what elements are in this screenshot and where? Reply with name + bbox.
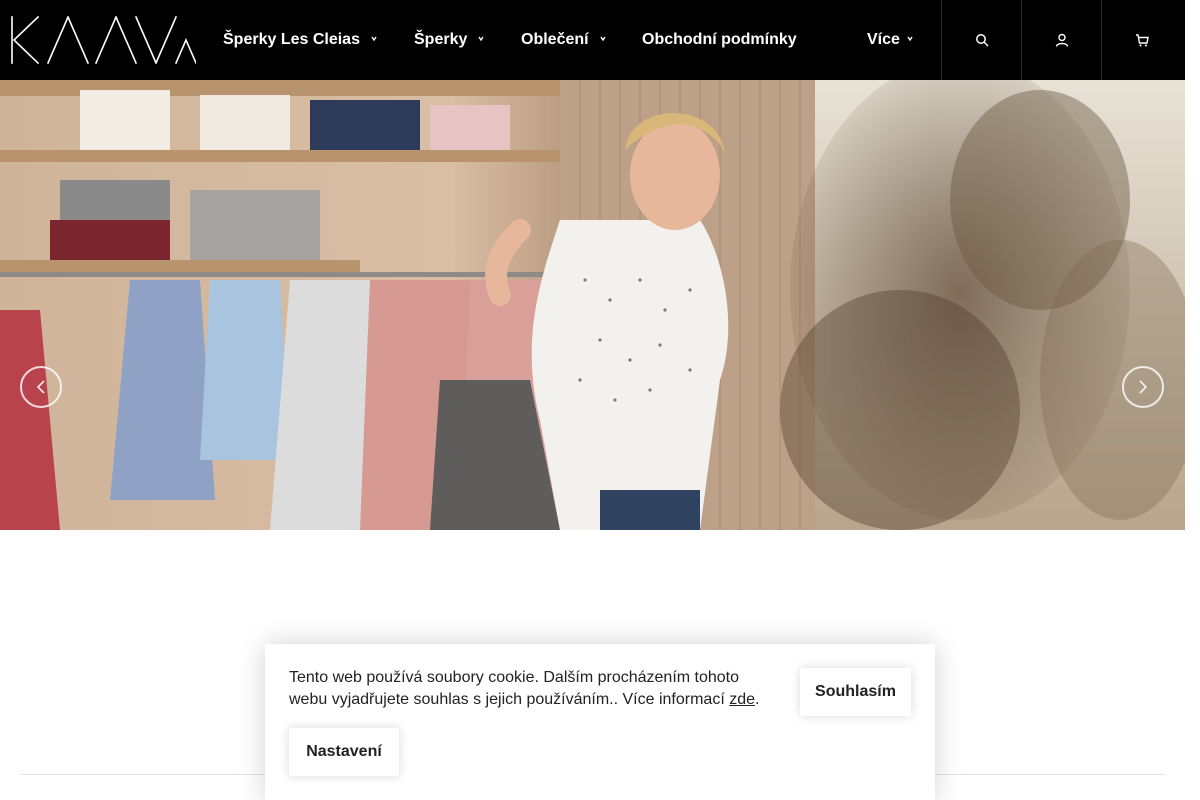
chevron-left-icon: [36, 380, 45, 394]
kaava-logo[interactable]: [10, 14, 198, 66]
cookie-accept-button[interactable]: Souhlasím: [800, 668, 911, 716]
account-button[interactable]: [1021, 0, 1101, 80]
hero-slider: [0, 80, 1185, 530]
cookie-consent-bar: Tento web používá soubory cookie. Dalším…: [265, 644, 935, 800]
nav-item-label: Šperky Les Cleias: [223, 31, 360, 48]
nav-item-sperky-les-cleias[interactable]: Šperky Les Cleias: [223, 28, 379, 52]
scrollbar-track[interactable]: [1185, 0, 1200, 800]
nav-item-label: Obchodní podmínky: [642, 31, 797, 48]
slider-prev-button[interactable]: [20, 366, 62, 408]
search-icon: [975, 34, 989, 47]
hero-image: [0, 80, 1185, 530]
chevron-down-icon: [371, 36, 377, 42]
cookie-message-text: Tento web používá soubory cookie. Dalším…: [289, 669, 740, 708]
user-icon: [1055, 33, 1068, 47]
cookie-info-link[interactable]: zde: [729, 691, 755, 708]
slider-next-button[interactable]: [1122, 366, 1164, 408]
nav-item-label: Více: [867, 31, 900, 48]
nav-item-sperky[interactable]: Šperky: [414, 28, 486, 52]
cookie-message-period: .: [755, 691, 760, 708]
chevron-down-icon: [599, 36, 606, 42]
nav-item-label: Oblečení: [521, 31, 589, 48]
chevron-down-icon: [907, 36, 913, 42]
site-header: Šperky Les Cleias Šperky Oblečení Obchod…: [0, 0, 1185, 80]
nav-item-vice[interactable]: Více: [867, 28, 915, 52]
chevron-right-icon: [1139, 380, 1148, 394]
search-button[interactable]: [941, 0, 1021, 80]
cookie-settings-button[interactable]: Nastavení: [289, 728, 399, 776]
nav-item-obchodni-podminky[interactable]: Obchodní podmínky: [642, 28, 797, 52]
nav-item-obleceni[interactable]: Oblečení: [521, 28, 608, 52]
cart-button[interactable]: [1101, 0, 1181, 80]
cart-icon: [1135, 34, 1149, 47]
nav-item-label: Šperky: [414, 31, 468, 48]
cookie-message: Tento web používá soubory cookie. Dalším…: [289, 667, 769, 711]
chevron-down-icon: [478, 36, 484, 42]
